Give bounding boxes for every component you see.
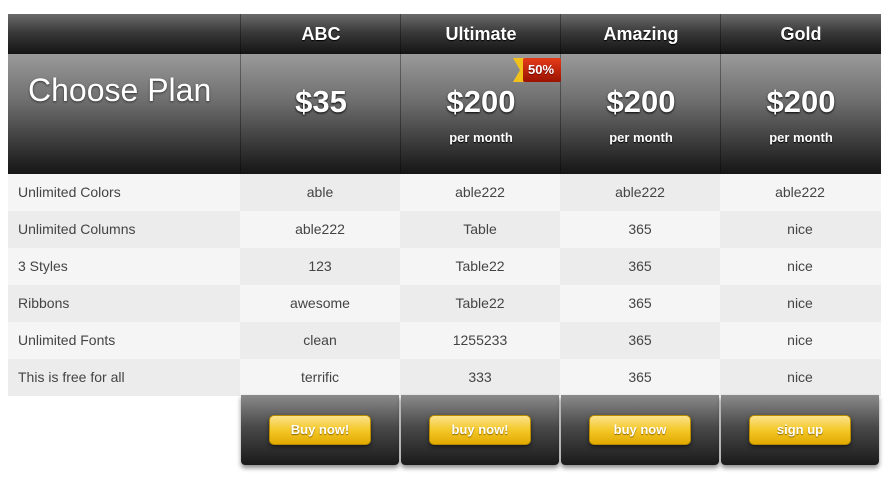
discount-badge: 50% — [527, 62, 555, 77]
table-cell: able222 — [560, 174, 720, 211]
table-row: Unlimited Colors able able222 able222 ab… — [8, 174, 881, 211]
table-cell: Table22 — [400, 248, 560, 285]
plan-name-gold: Gold — [780, 24, 822, 44]
feature-label: Unlimited Fonts — [8, 322, 240, 359]
table-cell: nice — [720, 359, 880, 396]
table-cell: 365 — [560, 285, 720, 322]
plan-footer-abc: Buy now! — [241, 395, 399, 465]
table-cell: 1255233 — [400, 322, 560, 359]
plan-footer-gold: sign up — [721, 395, 879, 465]
table-row: Ribbons awesome Table22 365 nice — [8, 285, 881, 322]
table-cell: awesome — [240, 285, 400, 322]
plan-price-gold: $200 — [766, 84, 836, 119]
table-row: Unlimited Columns able222 Table 365 nice — [8, 211, 881, 248]
table-cell: nice — [720, 248, 880, 285]
table-cell: 365 — [560, 322, 720, 359]
table-cell: able222 — [240, 211, 400, 248]
table-cell: able — [240, 174, 400, 211]
table-cell: Table22 — [400, 285, 560, 322]
plan-name-amazing: Amazing — [603, 24, 679, 44]
table-cell: 365 — [560, 248, 720, 285]
table-cell: clean — [240, 322, 400, 359]
plan-price-amazing: $200 — [606, 84, 676, 119]
buy-now-button-amazing[interactable]: buy now — [589, 415, 691, 445]
table-row: This is free for all terrific 333 365 ni… — [8, 359, 881, 396]
table-cell: 123 — [240, 248, 400, 285]
table-cell: nice — [720, 285, 880, 322]
buy-now-button-ultimate[interactable]: buy now! — [429, 415, 531, 445]
table-cell: nice — [720, 211, 880, 248]
plan-footer-amazing: buy now — [561, 395, 719, 465]
table-cell: able222 — [720, 174, 880, 211]
table-cell: Table — [400, 211, 560, 248]
table-cell: terrific — [240, 359, 400, 396]
plan-footer-ultimate: buy now! — [401, 395, 559, 465]
table-cell: able222 — [400, 174, 560, 211]
sign-up-button-gold[interactable]: sign up — [749, 415, 851, 445]
feature-label: Unlimited Columns — [8, 211, 240, 248]
plan-name-abc: ABC — [301, 24, 341, 44]
plan-period-amazing: per month — [609, 130, 673, 145]
table-row: 3 Styles 123 Table22 365 nice — [8, 248, 881, 285]
plan-period-ultimate: per month — [449, 130, 513, 145]
table-cell: 365 — [560, 359, 720, 396]
feature-label: Ribbons — [8, 285, 240, 322]
feature-label: Unlimited Colors — [8, 174, 240, 211]
table-cell: 365 — [560, 211, 720, 248]
table-cell: 333 — [400, 359, 560, 396]
plan-price-abc: $35 — [295, 84, 347, 119]
feature-label: This is free for all — [8, 359, 240, 396]
feature-label: 3 Styles — [8, 248, 240, 285]
table-row: Unlimited Fonts clean 1255233 365 nice — [8, 322, 881, 359]
page-title: Choose Plan — [28, 72, 212, 108]
buy-now-button-abc[interactable]: Buy now! — [269, 415, 371, 445]
plan-period-gold: per month — [769, 130, 833, 145]
table-cell: nice — [720, 322, 880, 359]
plan-price-ultimate: $200 — [446, 84, 516, 119]
plan-name-ultimate: Ultimate — [445, 24, 517, 44]
feature-rows: Unlimited Colors able able222 able222 ab… — [8, 174, 881, 396]
